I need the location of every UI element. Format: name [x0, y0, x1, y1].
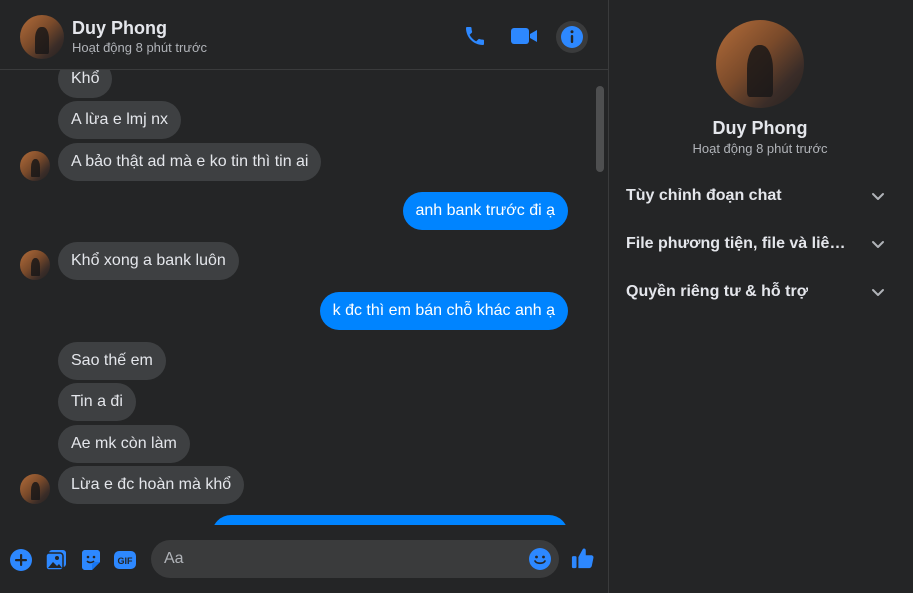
contact-status: Hoạt động 8 phút trước: [72, 40, 208, 55]
scrollbar[interactable]: [593, 72, 607, 524]
plus-circle-icon[interactable]: [9, 548, 33, 572]
chevron-down-icon: [872, 193, 884, 200]
media-files-links-item[interactable]: File phương tiện, file và liên kết: [626, 229, 886, 259]
message-input[interactable]: [151, 540, 559, 578]
avatar[interactable]: [20, 15, 64, 59]
info-item-label: File phương tiện, file và liên kết: [626, 235, 848, 252]
contact-name[interactable]: Duy Phong: [72, 18, 167, 39]
incoming-message[interactable]: Khổ xong a bank luôn: [58, 242, 239, 280]
avatar[interactable]: [20, 474, 50, 504]
incoming-message[interactable]: Khổ: [58, 70, 113, 98]
outgoing-message[interactable]: k đc thì em bán chỗ khác anh ạ: [319, 292, 568, 330]
avatar[interactable]: [20, 151, 50, 181]
outgoing-message[interactable]: [212, 515, 568, 525]
info-icon[interactable]: [556, 21, 588, 53]
info-panel: Duy Phong Hoạt động 8 phút trước Tùy chỉ…: [610, 0, 913, 593]
customize-chat-item[interactable]: Tùy chỉnh đoạn chat: [626, 181, 886, 211]
chevron-down-icon: [872, 289, 884, 296]
info-contact-status: Hoạt động 8 phút trước: [692, 141, 828, 156]
composer: GIF: [0, 525, 608, 593]
incoming-message[interactable]: Ae mk còn làm: [58, 425, 190, 463]
message-list[interactable]: Khổ A lừa e lmj nx A bảo thật ad mà e ko…: [0, 70, 592, 525]
phone-icon[interactable]: [459, 20, 491, 52]
avatar[interactable]: [20, 250, 50, 280]
avatar[interactable]: [716, 20, 804, 108]
thumbs-up-icon[interactable]: [571, 546, 595, 570]
info-item-label: Quyền riêng tư & hỗ trợ: [626, 283, 809, 300]
chat-header: Duy Phong Hoạt động 8 phút trước: [0, 0, 608, 70]
info-item-label: Tùy chỉnh đoạn chat: [626, 187, 782, 204]
image-icon[interactable]: [44, 548, 68, 572]
emoji-icon[interactable]: [528, 547, 552, 571]
incoming-message[interactable]: A lừa e lmj nx: [58, 101, 181, 139]
svg-text:GIF: GIF: [118, 556, 134, 566]
info-contact-name: Duy Phong: [712, 118, 808, 138]
sticker-icon[interactable]: [79, 548, 103, 572]
incoming-message[interactable]: Tin a đi: [58, 383, 136, 421]
scrollbar-thumb[interactable]: [596, 86, 604, 172]
incoming-message[interactable]: Lừa e đc hoàn mà khổ: [58, 466, 245, 504]
gif-icon[interactable]: GIF: [113, 548, 137, 572]
chevron-down-icon: [872, 241, 884, 248]
privacy-support-item[interactable]: Quyền riêng tư & hỗ trợ: [626, 277, 886, 307]
incoming-message[interactable]: A bảo thật ad mà e ko tin thì tin ai: [58, 143, 322, 181]
outgoing-message[interactable]: anh bank trước đi ạ: [402, 192, 568, 230]
chat-panel: Duy Phong Hoạt động 8 phút trước Khổ A l…: [0, 0, 609, 593]
incoming-message[interactable]: Sao thế em: [58, 342, 166, 380]
video-camera-icon[interactable]: [508, 20, 540, 52]
